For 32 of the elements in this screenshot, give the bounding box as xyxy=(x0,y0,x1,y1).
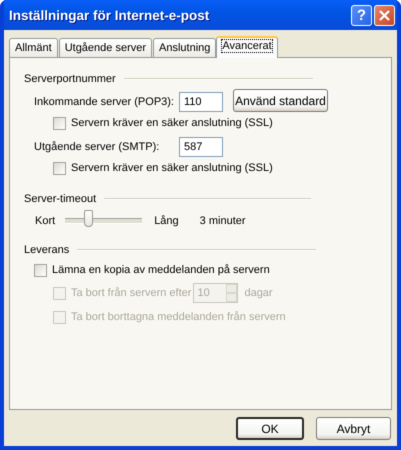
slider-thumb[interactable] xyxy=(84,210,94,227)
window-title: Inställningar för Internet-e-post xyxy=(9,8,210,22)
tab[interactable]: Avancerat xyxy=(216,36,278,58)
checkbox-label: Ta bort från servern efter xyxy=(71,287,192,299)
checkbox-label: Servern kräver en säker anslutning (SSL) xyxy=(71,162,273,174)
field-label: Inkommande server (POP3): xyxy=(34,96,175,108)
group-title: Leverans xyxy=(24,244,70,256)
help-button[interactable]: ? xyxy=(351,4,372,26)
tab[interactable]: Utgående server xyxy=(58,38,152,57)
checkbox[interactable] xyxy=(53,116,66,130)
port-field[interactable]: 110 xyxy=(179,92,223,112)
group-title: Serverportnummer xyxy=(24,73,117,85)
default-button[interactable]: Använd standard xyxy=(233,89,328,112)
dialog-button[interactable]: OK xyxy=(236,417,304,440)
timeout-reading: 3 minuter xyxy=(200,215,246,227)
close-button[interactable] xyxy=(374,4,395,26)
slider-max-label: Lång xyxy=(154,215,179,227)
checkbox-label: Ta bort borttagna meddelanden från servern xyxy=(71,311,286,323)
tab[interactable]: Allmänt xyxy=(9,38,58,57)
unit-label: dagar xyxy=(244,287,273,299)
dialog-button[interactable]: Avbryt xyxy=(316,417,391,440)
slider-min-label: Kort xyxy=(35,215,56,227)
field-label: Utgående server (SMTP): xyxy=(34,141,160,153)
group-title: Server-timeout xyxy=(24,193,98,205)
checkbox[interactable] xyxy=(34,264,47,276)
checkbox[interactable] xyxy=(53,162,66,174)
spin-buttons[interactable] xyxy=(226,284,238,302)
checkbox-label: Servern kräver en säker anslutning (SSL) xyxy=(71,117,273,129)
checkbox-label: Lämna en kopia av meddelanden på servern xyxy=(52,264,270,276)
close-icon xyxy=(379,10,390,20)
port-field[interactable]: 587 xyxy=(179,137,223,157)
tab[interactable]: Anslutning xyxy=(153,38,216,57)
